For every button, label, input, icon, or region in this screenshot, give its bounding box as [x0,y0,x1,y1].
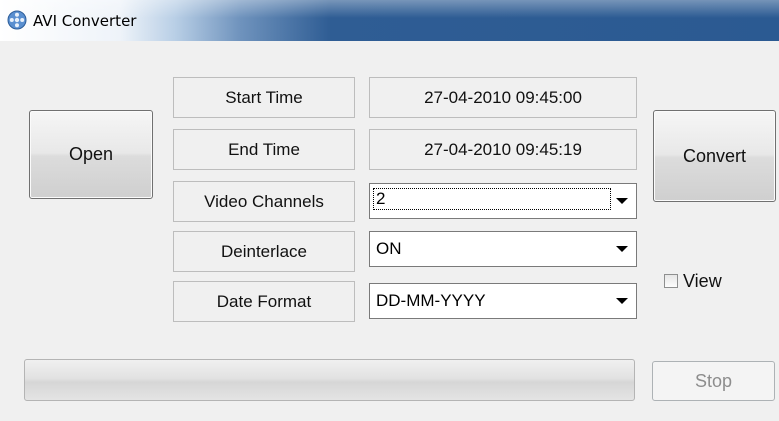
end-time-label: End Time [173,129,355,170]
title-bar: AVI Converter [0,0,779,41]
date-format-select[interactable]: DD-MM-YYYY [369,283,637,319]
view-checkbox-label[interactable]: View [683,271,722,292]
deinterlace-label: Deinterlace [173,231,355,272]
view-checkbox[interactable] [664,274,678,288]
deinterlace-select[interactable]: ON [369,231,637,267]
window-title: AVI Converter [33,12,137,30]
chevron-down-icon[interactable] [616,298,628,304]
film-reel-icon [7,10,27,30]
video-channels-select[interactable]: 2 [369,183,637,219]
video-channels-selected-value: 2 [373,188,611,210]
date-format-label: Date Format [173,281,355,322]
stop-button[interactable]: Stop [652,361,775,401]
deinterlace-selected-value: ON [376,239,402,258]
start-time-value: 27-04-2010 09:45:00 [369,77,637,118]
convert-button[interactable]: Convert [653,110,776,202]
start-time-label: Start Time [173,77,355,118]
open-button[interactable]: Open [29,110,153,199]
chevron-down-icon[interactable] [616,246,628,252]
date-format-selected-value: DD-MM-YYYY [376,291,486,310]
chevron-down-icon[interactable] [616,198,628,204]
progress-bar [24,359,635,401]
end-time-value: 27-04-2010 09:45:19 [369,129,637,170]
video-channels-label: Video Channels [173,181,355,222]
